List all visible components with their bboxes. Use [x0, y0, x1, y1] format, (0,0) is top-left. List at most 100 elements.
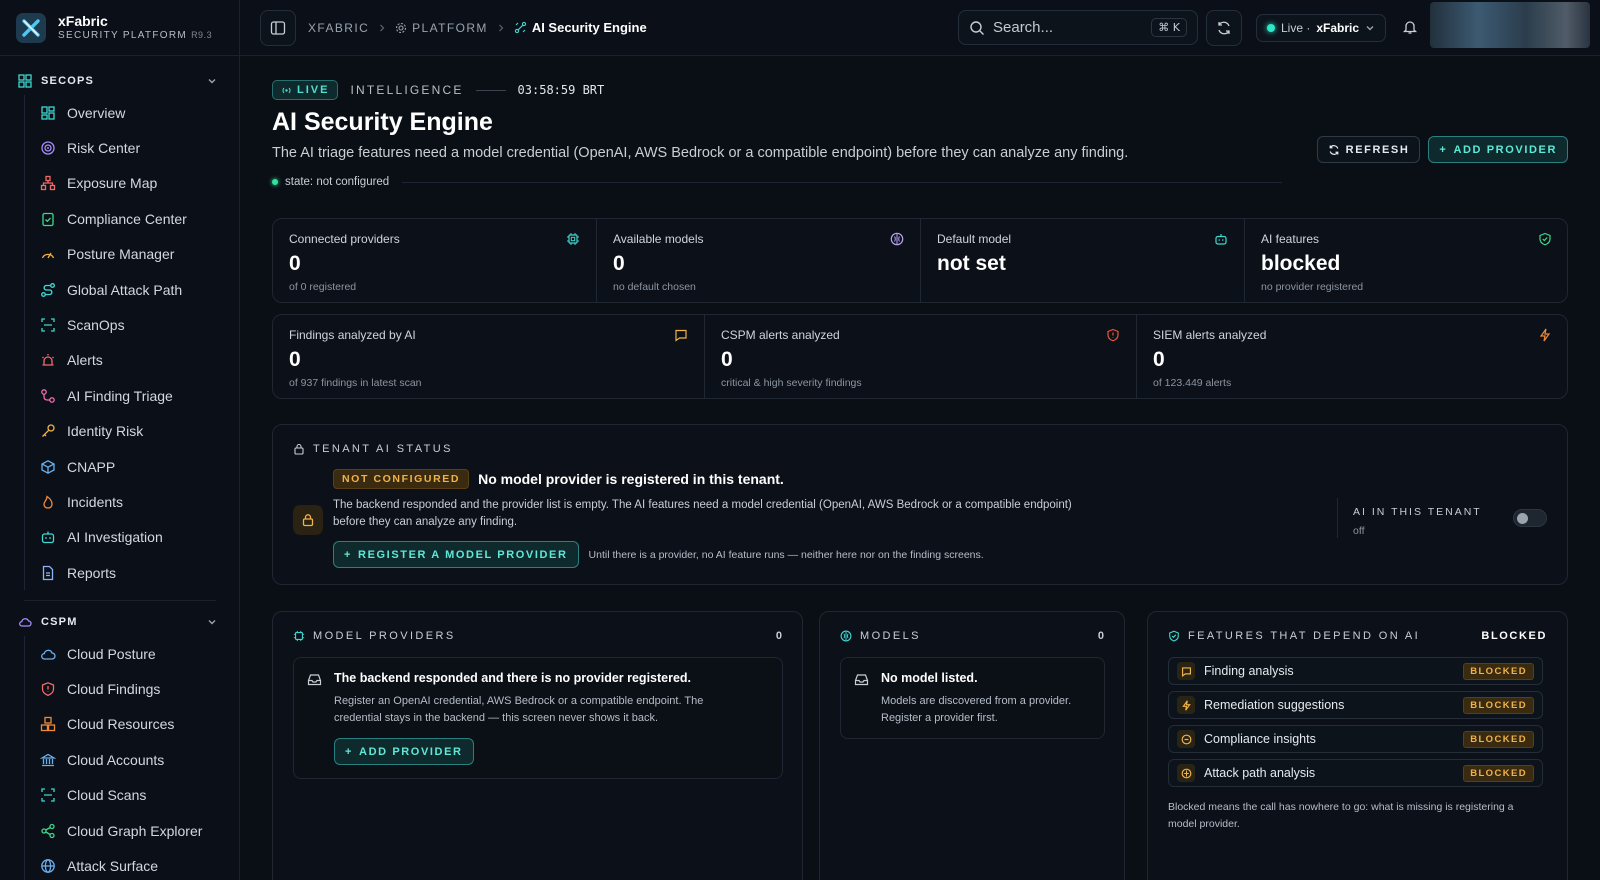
stat-label: Connected providers — [289, 232, 400, 246]
providers-empty-title: The backend responded and there is no pr… — [334, 671, 692, 685]
sidebar-item-label: Cloud Resources — [67, 716, 175, 733]
feature-status-badge: BLOCKED — [1463, 730, 1534, 748]
refresh-top-button[interactable] — [1206, 10, 1242, 46]
sidebar-item-cloud-posture[interactable]: Cloud Posture — [25, 636, 216, 671]
stats-row-1: Connected providers 0 of 0 registered Av… — [272, 218, 1568, 303]
brain-icon — [840, 630, 852, 642]
sidebar-item-cloud-accounts[interactable]: Cloud Accounts — [25, 742, 216, 777]
feature-remediation-suggestions[interactable]: Remediation suggestions BLOCKED — [1168, 691, 1543, 719]
cloud-icon — [39, 645, 57, 663]
boxes-icon — [39, 715, 57, 733]
stat-label: Available models — [613, 232, 704, 246]
stat-siem-alerts: SIEM alerts analyzed 0 of 123.449 alerts — [1137, 315, 1568, 398]
shield-alert-icon — [39, 680, 57, 698]
sidebar-item-ai-investigation[interactable]: AI Investigation — [25, 520, 216, 555]
chip-icon — [293, 630, 305, 642]
feature-label: Finding analysis — [1204, 664, 1294, 678]
brand[interactable]: xFabric SECURITY PLATFORM R9.3 — [16, 13, 212, 43]
features-panel: FEATURES THAT DEPEND ON AI BLOCKED Findi… — [1147, 611, 1568, 880]
section-secops[interactable]: SECOPS — [18, 71, 217, 91]
chip-icon — [566, 232, 580, 246]
sidebar-item-cloud-findings[interactable]: Cloud Findings — [25, 671, 216, 706]
brand-name: xFabric — [58, 13, 108, 29]
sidebar-item-cloud-graph-explorer[interactable]: Cloud Graph Explorer — [25, 813, 216, 848]
stat-label: AI features — [1261, 232, 1320, 246]
feature-attack-path-analysis[interactable]: Attack path analysis BLOCKED — [1168, 759, 1543, 787]
stat-default-model: Default model not set — [921, 219, 1244, 302]
search-shortcut: ⌘ K — [1151, 18, 1187, 37]
environment-select[interactable]: Live · xFabric — [1256, 14, 1387, 42]
stat-connected-providers: Connected providers 0 of 0 registered — [273, 219, 596, 302]
user-avatar[interactable] — [1430, 2, 1590, 48]
breadcrumb-platform[interactable]: PLATFORM — [395, 21, 488, 35]
sidebar-item-global-attack-path[interactable]: Global Attack Path — [25, 272, 216, 307]
brain-icon — [890, 232, 904, 246]
sidebar-item-attack-surface[interactable]: Attack Surface — [25, 848, 216, 880]
providers-add-button[interactable]: + ADD PROVIDER — [334, 738, 474, 765]
search-icon — [970, 20, 984, 35]
search-box[interactable]: ⌘ K — [958, 10, 1198, 45]
eyebrow-label: INTELLIGENCE — [350, 83, 464, 97]
header-actions: REFRESH + ADD PROVIDER — [1316, 136, 1568, 163]
tenant-divider — [1337, 498, 1338, 538]
breadcrumb-root[interactable]: XFABRIC — [308, 21, 369, 35]
sidebar-toggle-button[interactable] — [260, 10, 296, 46]
ai-tenant-toggle[interactable] — [1513, 509, 1547, 527]
tenant-body-line: before they can analyze any finding. — [333, 516, 518, 528]
ai-toggle-group: AI IN THIS TENANT off — [1353, 506, 1482, 537]
live-badge: LIVE — [272, 80, 339, 100]
search-input[interactable] — [993, 19, 1143, 36]
sidebar-item-reports[interactable]: Reports — [25, 555, 216, 590]
plus-icon: + — [344, 548, 353, 561]
models-empty-body: Models are discovered from a provider. R… — [881, 693, 1071, 727]
clipboard-check-icon — [39, 210, 57, 228]
sidebar-item-cnapp[interactable]: CNAPP — [25, 449, 216, 484]
register-provider-button[interactable]: + REGISTER A MODEL PROVIDER — [333, 541, 579, 568]
plus-icon: + — [345, 745, 354, 758]
refresh-button[interactable]: REFRESH — [1316, 136, 1421, 163]
sidebar: xFabric SECURITY PLATFORM R9.3 SECOPS Ov… — [0, 0, 240, 880]
section-label: SECOPS — [41, 75, 95, 87]
brand-subtitle: SECURITY PLATFORM — [58, 30, 187, 41]
workflow-icon — [39, 387, 57, 405]
sidebar-item-cloud-resources[interactable]: Cloud Resources — [25, 707, 216, 742]
scan-icon — [39, 316, 57, 334]
sidebar-item-overview[interactable]: Overview — [25, 95, 216, 130]
breadcrumb-current-label: AI Security Engine — [531, 20, 647, 35]
flame-icon — [39, 493, 57, 511]
models-heading: MODELS 0 — [840, 630, 1104, 642]
gear-icon — [396, 22, 407, 33]
stat-value: 0 — [289, 348, 301, 371]
notifications-button[interactable] — [1402, 19, 1418, 35]
sidebar-item-ai-finding-triage[interactable]: AI Finding Triage — [25, 378, 216, 413]
sidebar-item-cloud-scans[interactable]: Cloud Scans — [25, 778, 216, 813]
sidebar-item-exposure-map[interactable]: Exposure Map — [25, 166, 216, 201]
features-footnote: Blocked means the call has nowhere to go… — [1168, 799, 1514, 833]
models-heading-label: MODELS — [860, 630, 921, 642]
sidebar-item-posture-manager[interactable]: Posture Manager — [25, 237, 216, 272]
sidebar-item-label: Identity Risk — [67, 423, 144, 440]
broadcast-icon — [282, 87, 291, 93]
stat-value: 0 — [613, 252, 625, 275]
message-icon — [674, 328, 688, 342]
shield-alert-icon — [1106, 328, 1120, 342]
providers-heading-label: MODEL PROVIDERS — [313, 630, 456, 642]
tenant-headline: No model provider is registered in this … — [478, 471, 784, 487]
sidebar-item-alerts[interactable]: Alerts — [25, 343, 216, 378]
stat-sub: critical & high severity findings — [721, 377, 862, 389]
add-provider-button[interactable]: + ADD PROVIDER — [1428, 136, 1568, 163]
feature-finding-analysis[interactable]: Finding analysis BLOCKED — [1168, 657, 1543, 685]
sidebar-item-risk-center[interactable]: Risk Center — [25, 130, 216, 165]
ai-toggle-state: off — [1353, 525, 1365, 537]
sidebar-item-identity-risk[interactable]: Identity Risk — [25, 414, 216, 449]
cloud-icon — [19, 618, 32, 627]
feature-compliance-insights[interactable]: Compliance insights BLOCKED — [1168, 725, 1543, 753]
sidebar-item-label: Attack Surface — [67, 858, 159, 875]
stat-sub: of 0 registered — [289, 281, 357, 293]
sidebar-item-incidents[interactable]: Incidents — [25, 484, 216, 519]
env-name: xFabric — [1316, 21, 1360, 35]
key-icon — [39, 422, 57, 440]
sidebar-item-compliance-center[interactable]: Compliance Center — [25, 201, 216, 236]
section-cspm[interactable]: CSPM — [18, 612, 217, 632]
sidebar-item-scanops[interactable]: ScanOps — [25, 307, 216, 342]
